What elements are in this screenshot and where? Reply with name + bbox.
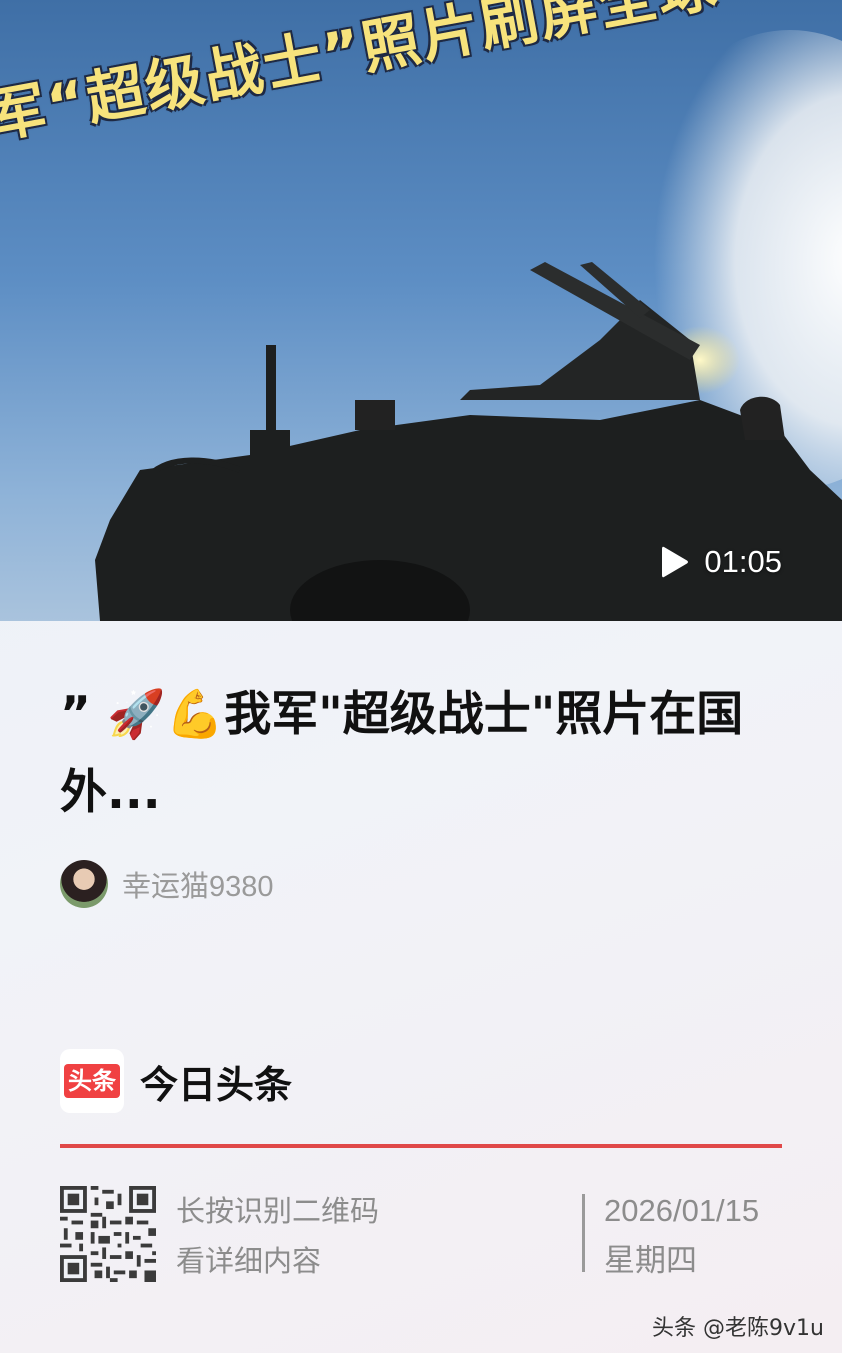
logo-text: 头条: [64, 1064, 120, 1098]
avatar[interactable]: [60, 860, 108, 908]
qr-line-2: 看详细内容: [176, 1244, 322, 1278]
brand-row: 头条 今日头条: [60, 1049, 292, 1113]
qr-instructions: 长按识别二维码 看详细内容: [176, 1186, 379, 1286]
play-icon[interactable]: [660, 544, 690, 580]
article-title[interactable]: ” 🚀💪我军"超级战士"照片在国外...: [60, 676, 790, 832]
qr-line-1: 长按识别二维码: [176, 1194, 380, 1228]
author-name[interactable]: 幸运猫9380: [122, 863, 274, 905]
weekday-label: 星期四: [604, 1243, 697, 1278]
vertical-divider: [582, 1194, 585, 1272]
divider: [60, 1144, 782, 1148]
duration-label: 01:05: [704, 544, 782, 579]
watermark: 头条 @老陈9v1u: [652, 1316, 824, 1341]
author-row[interactable]: 幸运猫9380: [60, 860, 274, 908]
video-duration[interactable]: 01:05: [660, 544, 782, 580]
date-label: 2026/01/15: [604, 1193, 760, 1228]
qr-code[interactable]: [60, 1186, 156, 1282]
toutiao-logo-icon: 头条: [60, 1049, 124, 1113]
video-thumbnail[interactable]: 军“超级战士”照片刷屏全球 01:05: [0, 0, 842, 621]
brand-name: 今日头条: [140, 1062, 293, 1107]
date-block: 2026/01/15 星期四: [604, 1186, 759, 1286]
